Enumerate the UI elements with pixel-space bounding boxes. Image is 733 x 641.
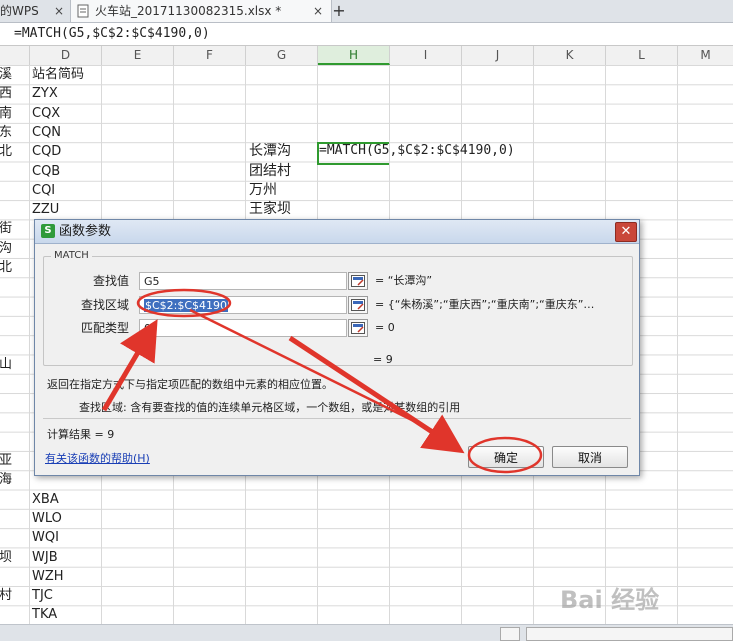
function-arguments-dialog: S 函数参数 ✕ MATCH 查找值 G5 = “长潭沟” 查找区域 $C$2:… — [34, 219, 640, 476]
param-label: 匹配类型 — [80, 321, 129, 335]
tab-wps[interactable]: 的WPS — [0, 0, 48, 22]
dialog-titlebar[interactable]: S 函数参数 ✕ — [35, 220, 639, 244]
column-header-j[interactable]: J — [462, 46, 534, 65]
param-result: = “长潭沟” — [375, 274, 433, 287]
range-select-icon[interactable] — [348, 272, 368, 290]
cell-d[interactable]: WLO — [32, 509, 62, 528]
cell-c[interactable]: 沟 — [0, 239, 12, 258]
column-header-e[interactable]: E — [102, 46, 174, 65]
dialog-title: 函数参数 — [59, 224, 112, 239]
watermark: Bai 经验 — [560, 586, 660, 614]
cell-c[interactable]: 北 — [0, 142, 12, 161]
close-tab-icon[interactable]: × — [313, 0, 323, 22]
cell-g[interactable]: 长潭沟 — [249, 142, 291, 161]
cell-c[interactable]: 街 — [0, 219, 12, 238]
cell-g[interactable]: 团结村 — [249, 162, 291, 181]
cell-c[interactable]: 东 — [0, 123, 12, 142]
cell-d[interactable]: WJB — [32, 548, 58, 567]
scroll-button[interactable] — [500, 627, 520, 641]
column-header-g[interactable]: G — [246, 46, 318, 65]
active-tab[interactable]: 火车站_20171130082315.xlsx * × — [70, 0, 332, 22]
cell-d[interactable]: TJC — [32, 586, 53, 605]
argument-description: 查找区域: 含有要查找的值的连续单元格区域，一个数组，或是对某数组的引用 — [79, 401, 461, 414]
cell-c[interactable]: 坝 — [0, 548, 12, 567]
cell-c[interactable]: 山 — [0, 355, 12, 374]
column-header-d[interactable]: D — [30, 46, 102, 65]
lookup-array-input[interactable]: $C$2:$C$4190 — [139, 296, 347, 314]
range-select-icon[interactable] — [348, 296, 368, 314]
cell-d[interactable]: CQD — [32, 142, 61, 161]
column-header-f[interactable]: F — [174, 46, 246, 65]
calculation-result: 计算结果 = 9 — [47, 428, 115, 441]
cell-d[interactable]: 站名简码 — [32, 65, 84, 84]
selected-range-text: $C$2:$C$4190 — [144, 299, 229, 312]
new-tab-icon[interactable]: + — [330, 0, 348, 22]
cell-d[interactable]: CQB — [32, 162, 60, 181]
column-header-l[interactable]: L — [606, 46, 678, 65]
param-label: 查找区域 — [80, 298, 129, 312]
column-header-k[interactable]: K — [534, 46, 606, 65]
column-header-c[interactable] — [0, 46, 30, 65]
ok-button[interactable]: 确定 — [468, 446, 544, 468]
cell-h5-formula[interactable]: =MATCH(G5,$C$2:$C$4190,0) — [319, 141, 515, 160]
column-header-h[interactable]: H — [318, 46, 390, 65]
cell-c[interactable]: 南 — [0, 104, 12, 123]
formula-result: = 9 — [373, 353, 393, 366]
cancel-button[interactable]: 取消 — [552, 446, 628, 468]
cell-d[interactable]: WZH — [32, 567, 64, 586]
grid-line — [677, 65, 678, 625]
cell-c[interactable]: 溪 — [0, 65, 12, 84]
tab-bar: 的WPS × 火车站_20171130082315.xlsx * × + — [0, 0, 733, 23]
close-icon[interactable]: ✕ — [615, 222, 637, 242]
tab-label: 火车站_20171130082315.xlsx * — [95, 4, 282, 18]
column-headers: D E F G H I J K L M — [0, 46, 733, 66]
function-description: 返回在指定方式下与指定项匹配的数组中元素的相应位置。 — [47, 378, 333, 391]
cell-c[interactable]: 海 — [0, 470, 12, 489]
cell-g[interactable]: 万州 — [249, 181, 277, 200]
match-type-input[interactable]: 0 — [139, 319, 347, 337]
cell-g[interactable]: 王家坝 — [249, 200, 291, 219]
cell-c[interactable]: 村 — [0, 586, 12, 605]
formula-text: =MATCH(G5,$C$2:$C$4190,0) — [14, 26, 210, 41]
param-result: = {“朱杨溪”;“重庆西”;“重庆南”;“重庆东”… — [375, 298, 595, 311]
help-link[interactable]: 有关该函数的帮助(H) — [45, 450, 150, 466]
lookup-value-input[interactable]: G5 — [139, 272, 347, 290]
wps-app-icon: S — [41, 224, 55, 238]
close-tab-icon[interactable]: × — [54, 0, 64, 22]
cell-d[interactable]: XBA — [32, 490, 59, 509]
grid-line — [29, 65, 30, 625]
sheet-tabs-bar — [0, 624, 733, 641]
cell-d[interactable]: TKA — [32, 605, 57, 624]
divider — [43, 418, 631, 419]
cell-d[interactable]: CQN — [32, 123, 61, 142]
column-header-i[interactable]: I — [390, 46, 462, 65]
cell-d[interactable]: ZZU — [32, 200, 59, 219]
cell-d[interactable]: CQX — [32, 104, 60, 123]
spreadsheet-file-icon — [77, 4, 89, 18]
horizontal-scrollbar[interactable] — [526, 627, 733, 641]
group-label: MATCH — [51, 250, 92, 261]
cell-d[interactable]: WQI — [32, 528, 59, 547]
cell-d[interactable]: ZYX — [32, 84, 58, 103]
cell-c[interactable]: 西 — [0, 84, 12, 103]
cell-c[interactable]: 亚 — [0, 451, 12, 470]
cell-c[interactable]: 北 — [0, 258, 12, 277]
param-result: = 0 — [375, 321, 395, 334]
column-header-m[interactable]: M — [678, 46, 733, 65]
range-select-icon[interactable] — [348, 319, 368, 337]
cell-d[interactable]: CQI — [32, 181, 55, 200]
param-label: 查找值 — [92, 274, 129, 288]
formula-bar[interactable]: =MATCH(G5,$C$2:$C$4190,0) — [0, 23, 733, 46]
